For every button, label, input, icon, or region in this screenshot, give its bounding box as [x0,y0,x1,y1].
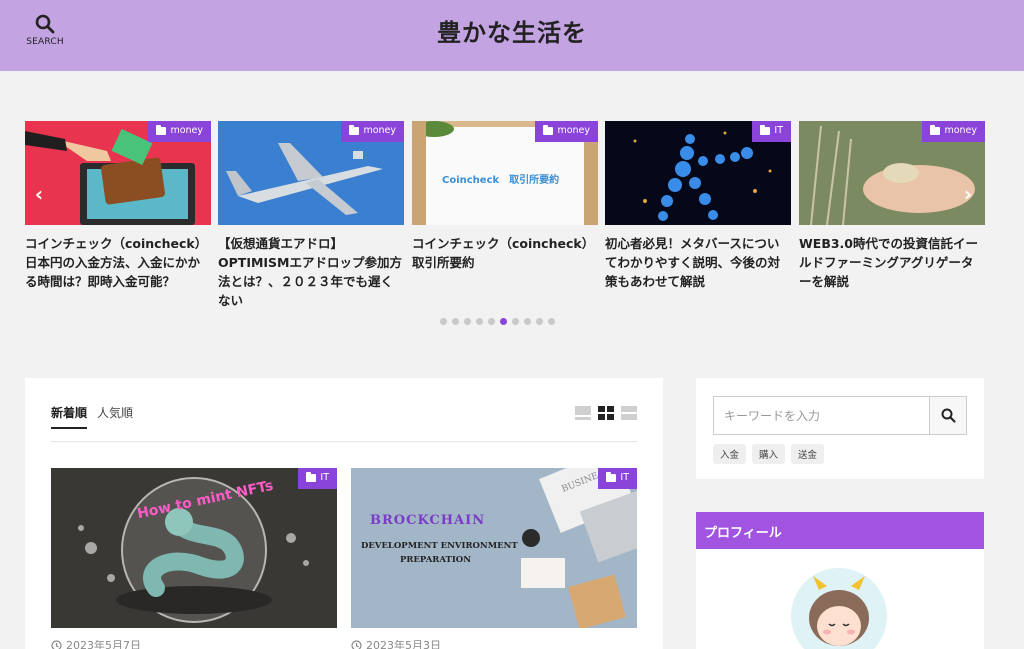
slider-next-button[interactable]: › [958,181,978,207]
category-badge[interactable]: money [148,121,211,142]
thumbnail-subline: DEVELOPMENT ENVIRONMENT [361,541,518,551]
folder-icon [156,124,167,135]
sidebar-search-widget: 入金 購入 送金 [696,378,984,479]
slide-thumbnail[interactable]: Coincheck 取引所要約 money [412,121,598,225]
thumbnail-subline-2: PREPARATION [400,555,471,565]
slider-dot[interactable] [536,318,543,325]
slide-item[interactable]: money 【仮想通貨エアドロ】OPTIMISMエアドロップ参加方法とは？、２０… [218,121,404,310]
site-title[interactable]: 豊かな生活を [0,13,1024,48]
post-date: 2023年5月3日 [351,637,441,649]
folder-icon [606,471,617,482]
category-badge[interactable]: IT [298,468,337,489]
tag-item[interactable]: 購入 [752,444,786,464]
category-badge[interactable]: money [922,121,985,142]
thumbnail-headline: BROCKCHAIN [370,513,486,528]
slide-item[interactable]: money コインチェック（coincheck）日本円の入金方法、入金にかかる時… [25,121,211,291]
avatar [789,566,889,649]
slide-thumbnail[interactable]: money [218,121,404,225]
tag-item[interactable]: 送金 [791,444,825,464]
keyword-search-button[interactable] [929,397,966,434]
category-badge[interactable]: money [341,121,404,142]
slide-title[interactable]: コインチェック（coincheck）取引所要約 [412,234,598,272]
post-list-card: 新着順 人気順 How to mint NFTs IT 2023年5月7日 BR… [25,378,663,649]
slider-prev-button[interactable]: ‹ [29,181,49,207]
slider-pagination [440,318,555,325]
slider-dot[interactable] [524,318,531,325]
site-header: SEARCH 豊かな生活を [0,0,1024,71]
slider-dot[interactable] [476,318,483,325]
slider-dot[interactable] [500,318,507,325]
thumbnail-text: Coincheck 取引所要約 [442,175,560,186]
post-thumbnail[interactable]: How to mint NFTs IT [51,468,337,628]
tabs-divider [51,441,637,442]
post-card[interactable]: How to mint NFTs IT 2023年5月7日 [51,468,337,649]
slider-dot[interactable] [548,318,555,325]
tag-list: 入金 購入 送金 [713,444,825,464]
post-card[interactable]: BROCKCHAIN DEVELOPMENT ENVIRONMENT PREPA… [351,468,637,649]
slide-title[interactable]: 【仮想通貨エアドロ】OPTIMISMエアドロップ参加方法とは？、２０２３年でも遅… [218,234,404,310]
slide-item[interactable]: Coincheck 取引所要約 money コインチェック（coincheck）… [412,121,598,272]
slider-dot[interactable] [464,318,471,325]
profile-title: プロフィール [696,512,984,549]
category-badge[interactable]: IT [752,121,791,142]
slider-dot[interactable] [440,318,447,325]
clock-icon [51,639,62,649]
card-view-icon[interactable] [621,405,637,424]
tab-popular[interactable]: 人気順 [97,404,133,429]
sort-tabs: 新着順 人気順 [51,404,133,429]
tab-newest[interactable]: 新着順 [51,404,88,429]
folder-icon [760,124,771,135]
folder-icon [930,124,941,135]
slider-dot[interactable] [512,318,519,325]
slide-thumbnail[interactable]: money [799,121,985,225]
grid-view-icon[interactable] [598,405,614,424]
slide-thumbnail[interactable]: money [25,121,211,225]
view-switcher [575,405,637,424]
slider-dot[interactable] [488,318,495,325]
category-badge[interactable]: IT [598,468,637,489]
search-icon [941,408,956,423]
post-date: 2023年5月7日 [51,637,141,649]
clock-icon [351,639,362,649]
folder-icon [306,471,317,482]
sidebar-search-form [713,396,967,435]
slide-item[interactable]: IT 初心者必見！メタバースについてわかりやすく説明、今後の対策もあわせて解説 [605,121,791,291]
slider-dot[interactable] [452,318,459,325]
tag-item[interactable]: 入金 [713,444,747,464]
slide-title[interactable]: 初心者必見！メタバースについてわかりやすく説明、今後の対策もあわせて解説 [605,234,791,291]
slide-thumbnail[interactable]: IT [605,121,791,225]
slide-title[interactable]: WEB3.0時代での投資信託イールドファーミングアグリゲーターを解説 [799,234,985,291]
folder-icon [543,124,554,135]
folder-icon [349,124,360,135]
post-thumbnail[interactable]: BROCKCHAIN DEVELOPMENT ENVIRONMENT PREPA… [351,468,637,628]
category-badge[interactable]: money [535,121,598,142]
list-view-icon[interactable] [575,405,591,424]
featured-slider: money コインチェック（coincheck）日本円の入金方法、入金にかかる時… [0,121,1024,341]
profile-widget: プロフィール [696,512,984,649]
keyword-search-input[interactable] [714,397,929,434]
slide-title[interactable]: コインチェック（coincheck）日本円の入金方法、入金にかかる時間は？即時入… [25,234,211,291]
